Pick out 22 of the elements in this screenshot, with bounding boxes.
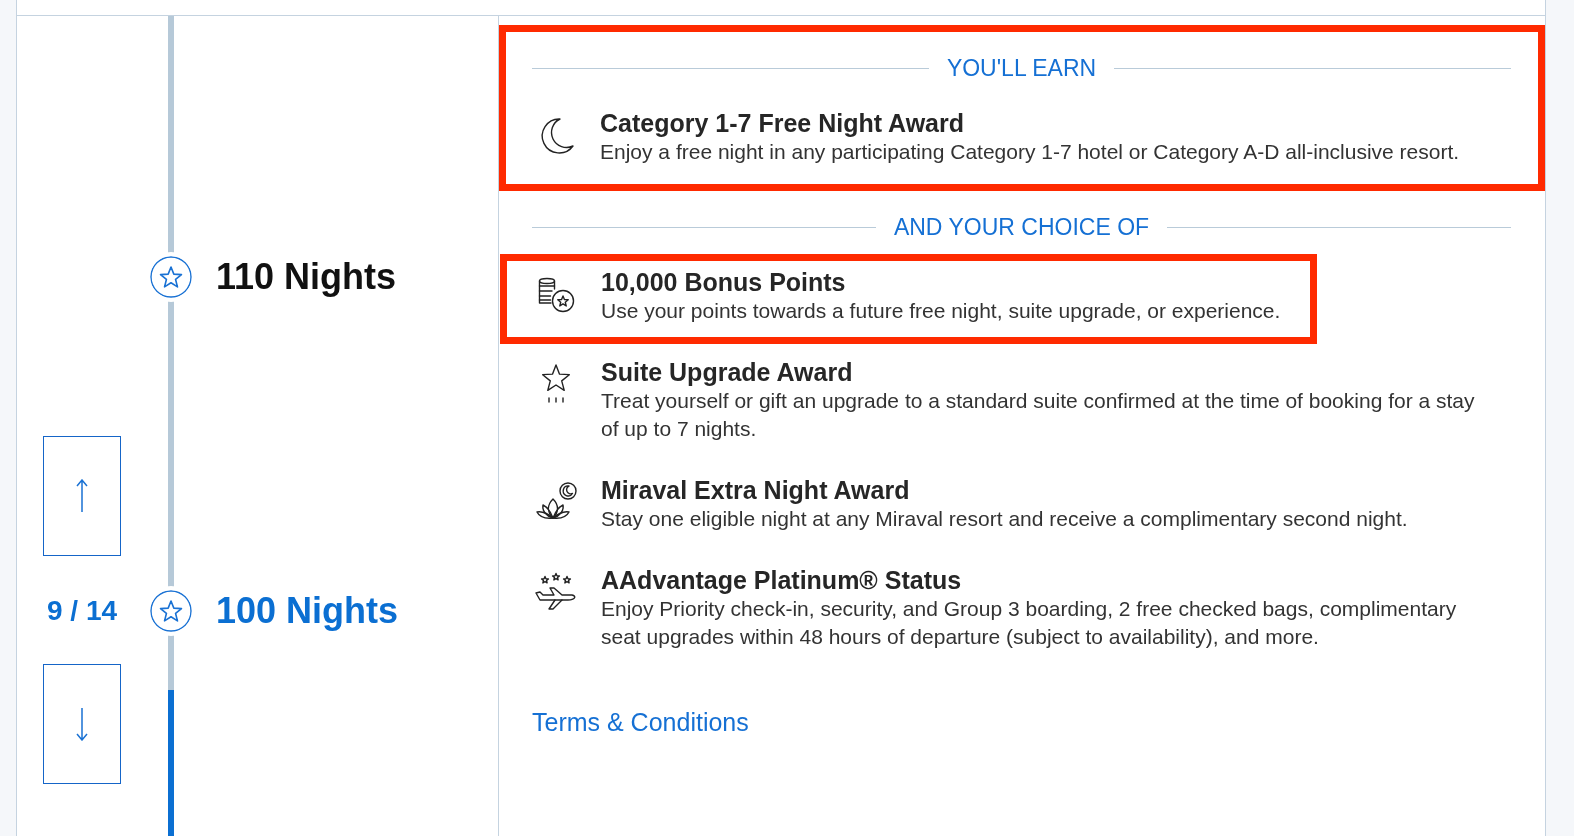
option-title: Miraval Extra Night Award [601, 475, 911, 505]
star-circle-icon [150, 256, 192, 298]
award-title: Category 1-7 Free Night Award [600, 108, 965, 138]
section-heading: YOU'LL EARN [946, 54, 1097, 83]
scroll-up-button[interactable] [43, 436, 121, 556]
terms-link[interactable]: Terms & Conditions [532, 706, 749, 738]
milestone-label: 110 Nights [216, 255, 398, 299]
page-counter: 9 / 14 [45, 594, 119, 628]
milestone-label: 100 Nights [216, 589, 400, 633]
scroll-down-button[interactable] [43, 664, 121, 784]
option-title: 10,000 Bonus Points [601, 267, 847, 297]
star-circle-icon [150, 590, 192, 632]
up-arrow-icon [76, 479, 88, 513]
option-description: Enjoy Priority check-in, security, and Group 3 boarding, 2 free checked bags, complimentary seat upgrades within 48 hours of departure (subject to availability), and more. [601, 596, 1458, 650]
option-description: Stay one eligible night at any Miraval resort and receive a complimentary second night. [601, 506, 1408, 532]
down-arrow-icon [76, 707, 88, 741]
option-title: AAdvantage Platinum® Status [601, 565, 963, 595]
award-description: Enjoy a free night in any participating Category 1-7 hotel or Category A-D all-inclusive resort. [600, 139, 1460, 165]
section-heading: AND YOUR CHOICE OF [893, 213, 1150, 242]
option-description: Treat yourself or gift an upgrade to a standard suite confirmed at the time of booking for a stay of up to 7 nights. [601, 388, 1476, 442]
option-description: Use your points towards a future free night, suite upgrade, or experience. [601, 298, 1281, 324]
option-title: Suite Upgrade Award [601, 357, 854, 387]
